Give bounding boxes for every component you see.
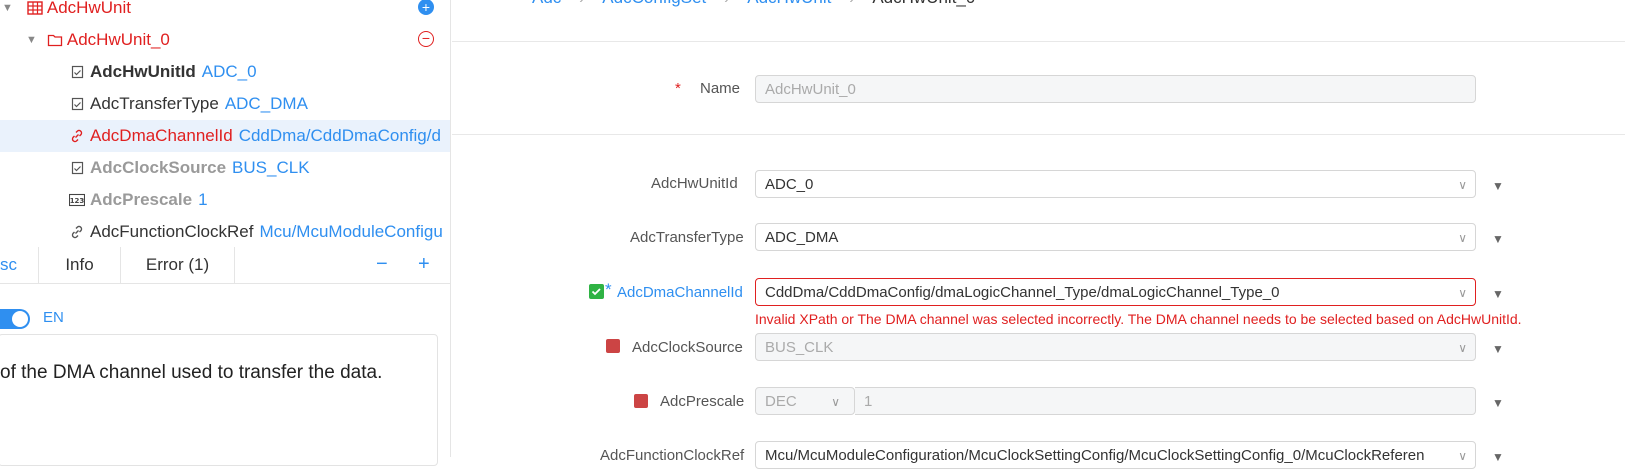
tab-error[interactable]: Error (1) [121,247,235,283]
tree-item-name: AdcTransferType [90,94,219,113]
tree-item-adcprescale[interactable]: 123 AdcPrescale 1 [0,184,450,216]
table-icon [27,0,43,16]
tree-item-name: AdcHwUnitId [90,62,196,81]
select-value: CddDma/CddDmaConfig/dmaLogicChannel_Type… [765,284,1280,301]
add-icon[interactable]: + [418,0,434,15]
collapse-icon[interactable]: − [376,247,388,281]
tree-item-name: AdcDmaChannelId [90,126,233,145]
select-value: Mcu/McuModuleConfiguration/McuClockSetti… [765,447,1425,464]
chevron-down-icon: ∨ [831,395,840,409]
caret-down-icon[interactable]: ▼ [1492,179,1504,193]
error-message: Invalid XPath or The DMA channel was sel… [755,311,1522,327]
chevron-down-icon: ∨ [1458,341,1467,355]
tree-item-adcclocksource[interactable]: AdcClockSource BUS_CLK [0,152,450,184]
field-label: AdcClockSource [632,339,743,356]
tree-item-value: ADC_0 [201,62,257,81]
name-label: Name [700,80,741,97]
config-tree-panel: ▼ AdcHwUnit + ▼ AdcHwUnit_0 − AdcHwUnitI… [0,0,451,466]
tree-node-label: AdcHwUnit [46,0,131,17]
adchwunitid-select[interactable]: ADC_0 ∨ [755,170,1476,198]
toggle-knob [12,311,28,327]
status-marker[interactable] [634,394,648,408]
chevron-right-icon: › [724,0,729,7]
tree-item-value: 1 [198,190,208,209]
link-icon [69,128,85,144]
breadcrumb-item[interactable]: AdcHwUnit [747,0,831,8]
link-icon [69,224,85,240]
prescale-value-input[interactable]: 1 [855,387,1476,415]
tree-item-value: BUS_CLK [232,158,310,177]
tab-desc[interactable]: sc [0,247,39,283]
caret-down-icon[interactable]: ▼ [1492,396,1504,410]
select-value: BUS_CLK [765,339,834,356]
field-label: AdcHwUnitId [651,175,738,192]
adcdmachannelid-select[interactable]: CddDma/CddDmaConfig/dmaLogicChannel_Type… [755,278,1476,306]
remove-icon[interactable]: − [418,31,434,47]
chevron-down-icon: ∨ [1458,178,1467,192]
tree-item-name: AdcPrescale [90,190,193,209]
caret-down-icon[interactable]: ▼ [1492,232,1504,246]
divider [452,41,1625,42]
tree-node-adchwunit-0[interactable]: ▼ AdcHwUnit_0 − [0,24,450,56]
name-value: AdcHwUnit_0 [765,81,856,98]
chevron-down-icon: ∨ [1458,231,1467,245]
chevron-down-icon[interactable]: ▼ [26,34,37,46]
field-label: AdcDmaChannelId [617,284,743,301]
folder-icon [47,32,63,48]
breadcrumb-current: AdcHwUnit_0 [872,0,975,8]
field-label: AdcTransferType [630,229,744,246]
select-value: DEC [765,393,797,410]
checkbox-field-icon [69,160,85,176]
description-text: of the DMA channel used to transfer the … [0,362,383,383]
svg-text:123: 123 [70,197,85,205]
tree-item-adcdmachannelid[interactable]: AdcDmaChannelId CddDma/CddDmaConfig/d [0,120,450,152]
required-marker: * [675,80,681,97]
chevron-right-icon: › [579,0,584,7]
caret-down-icon[interactable]: ▼ [1492,342,1504,356]
language-label: EN [43,309,64,326]
tree-item-adchwunitid[interactable]: AdcHwUnitId ADC_0 [0,56,450,88]
description-box [0,334,438,466]
required-marker: * [605,280,612,299]
name-field: AdcHwUnit_0 [755,75,1476,103]
tree-item-name: AdcClockSource [90,158,227,177]
chevron-down-icon: ∨ [1458,286,1467,300]
tree-item-value: CddDma/CddDmaConfig/d [238,126,441,145]
prescale-mode-select[interactable]: DEC ∨ [755,387,855,415]
chevron-right-icon: › [849,0,854,7]
breadcrumb-item[interactable]: Adc [532,0,561,8]
breadcrumb: Adc › AdcConfigSet › AdcHwUnit › AdcHwUn… [532,0,975,8]
checkbox-field-icon [69,64,85,80]
number-field-icon: 123 [69,192,85,208]
divider [452,134,1625,135]
tree-item-name: AdcFunctionClockRef [90,222,254,241]
select-value: ADC_0 [765,176,814,193]
input-value: 1 [864,393,873,410]
tab-info[interactable]: Info [39,247,121,283]
status-marker[interactable] [606,339,620,353]
tree-item-adcfunctionclockref[interactable]: AdcFunctionClockRef Mcu/McuModuleConfigu [0,216,450,248]
bottom-tabs: sc Info Error (1) − + [0,247,450,284]
adctransfertype-select[interactable]: ADC_DMA ∨ [755,223,1476,251]
adcfunctionclockref-select[interactable]: Mcu/McuModuleConfiguration/McuClockSetti… [755,441,1476,469]
breadcrumb-item[interactable]: AdcConfigSet [602,0,706,8]
expand-icon[interactable]: + [418,247,430,281]
tree-item-value: ADC_DMA [224,94,308,113]
chevron-down-icon[interactable]: ▼ [2,2,13,14]
select-value: ADC_DMA [765,229,839,246]
field-label: AdcPrescale [660,393,745,410]
caret-down-icon[interactable]: ▼ [1492,450,1504,464]
checkbox-field-icon [69,96,85,112]
tree-item-adctransfertype[interactable]: AdcTransferType ADC_DMA [0,88,450,120]
tree-node-label: AdcHwUnit_0 [66,30,170,49]
caret-down-icon[interactable]: ▼ [1492,287,1504,301]
chevron-down-icon: ∨ [1458,449,1467,463]
tree-item-value: Mcu/McuModuleConfigu [259,222,443,241]
check-icon[interactable] [589,284,604,299]
adcclocksource-select[interactable]: BUS_CLK ∨ [755,333,1476,361]
tree-node-adchwunit[interactable]: ▼ AdcHwUnit + [0,0,450,24]
field-label: AdcFunctionClockRef [600,447,745,464]
